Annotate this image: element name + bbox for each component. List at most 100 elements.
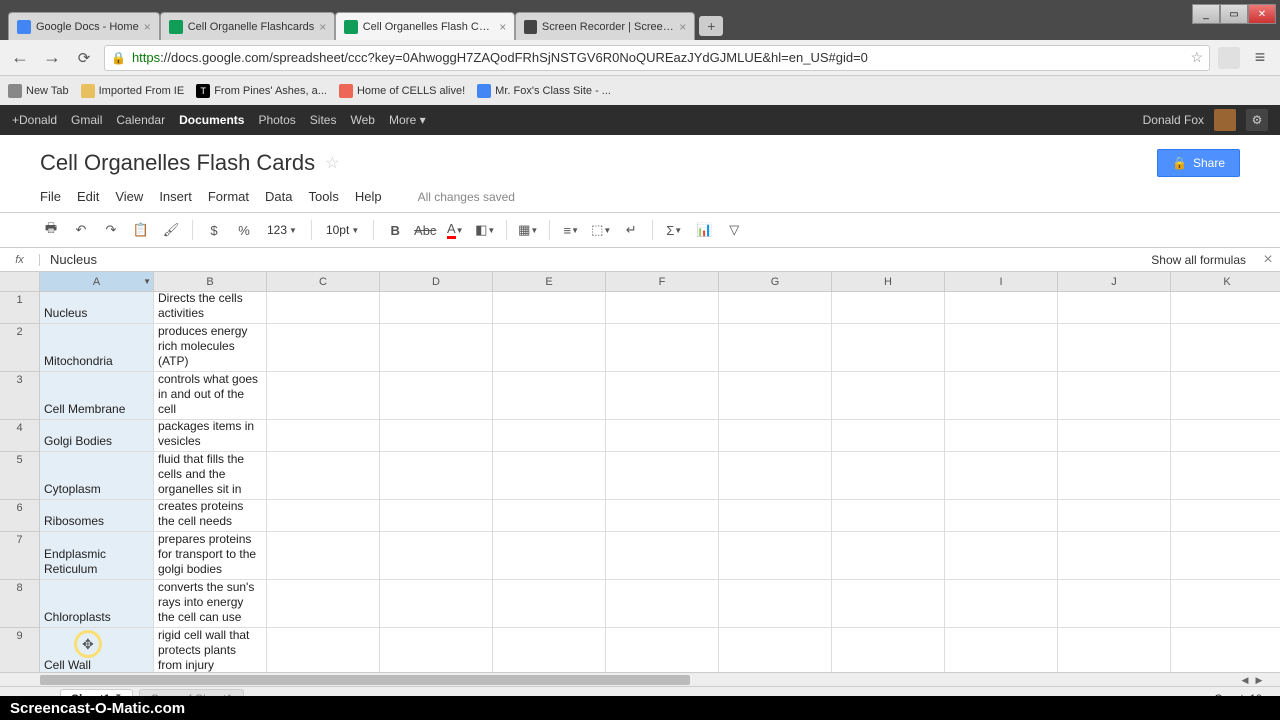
cell-D5[interactable]	[380, 452, 493, 500]
percent-button[interactable]: %	[233, 219, 255, 241]
cell-J9[interactable]	[1058, 628, 1171, 672]
cell-H7[interactable]	[832, 532, 945, 580]
bookmark-imported[interactable]: Imported From IE	[81, 84, 185, 98]
merge-button[interactable]: ⬚▼	[590, 219, 612, 241]
new-tab-button[interactable]: +	[699, 16, 723, 36]
column-header-A[interactable]: A▼	[40, 272, 154, 292]
row-header-2[interactable]: 2	[0, 324, 40, 372]
cell-F2[interactable]	[606, 324, 719, 372]
menu-data[interactable]: Data	[265, 189, 292, 204]
cell-B8[interactable]: converts the sun's rays into energy the …	[154, 580, 267, 628]
menu-format[interactable]: Format	[208, 189, 249, 204]
cell-H9[interactable]	[832, 628, 945, 672]
minimize-button[interactable]: _	[1192, 4, 1220, 24]
cell-A7[interactable]: Endplasmic Reticulum	[40, 532, 154, 580]
extension-icon[interactable]	[1218, 47, 1240, 69]
row-header-9[interactable]: 9	[0, 628, 40, 672]
cell-B2[interactable]: produces energy rich molecules (ATP)	[154, 324, 267, 372]
column-header-B[interactable]: B	[154, 272, 267, 292]
borders-button[interactable]: ▦▼	[517, 219, 539, 241]
cell-A9[interactable]: Cell Wall	[40, 628, 154, 672]
cell-I4[interactable]	[945, 420, 1058, 452]
avatar[interactable]	[1214, 109, 1236, 131]
cell-H4[interactable]	[832, 420, 945, 452]
cell-D1[interactable]	[380, 292, 493, 324]
row-header-7[interactable]: 7	[0, 532, 40, 580]
chart-button[interactable]: 📊	[693, 219, 715, 241]
cell-C4[interactable]	[267, 420, 380, 452]
cell-D2[interactable]	[380, 324, 493, 372]
cell-B9[interactable]: rigid cell wall that protects plants fro…	[154, 628, 267, 672]
gbar-item-web[interactable]: Web	[350, 113, 374, 127]
cell-A5[interactable]: Cytoplasm	[40, 452, 154, 500]
cell-G1[interactable]	[719, 292, 832, 324]
cell-C8[interactable]	[267, 580, 380, 628]
cell-I1[interactable]	[945, 292, 1058, 324]
spreadsheet-grid[interactable]: A▼BCDEFGHIJK1NucleusDirects the cells ac…	[0, 272, 1280, 672]
strikethrough-button[interactable]: Abc	[414, 219, 436, 241]
cell-A4[interactable]: Golgi Bodies	[40, 420, 154, 452]
row-header-5[interactable]: 5	[0, 452, 40, 500]
cell-G2[interactable]	[719, 324, 832, 372]
gbar-item-more[interactable]: More ▾	[389, 113, 426, 127]
cell-F4[interactable]	[606, 420, 719, 452]
close-icon[interactable]: ×	[144, 20, 151, 34]
cell-A2[interactable]: Mitochondria	[40, 324, 154, 372]
menu-view[interactable]: View	[115, 189, 143, 204]
show-all-formulas-link[interactable]: Show all formulas	[1141, 253, 1256, 267]
column-header-G[interactable]: G	[719, 272, 832, 292]
cell-G3[interactable]	[719, 372, 832, 420]
cell-J8[interactable]	[1058, 580, 1171, 628]
cell-B6[interactable]: creates proteins the cell needs	[154, 500, 267, 532]
doc-title[interactable]: Cell Organelles Flash Cards	[40, 150, 315, 176]
cell-C2[interactable]	[267, 324, 380, 372]
url-input[interactable]: 🔒 https://docs.google.com/spreadsheet/cc…	[104, 45, 1210, 71]
cell-I2[interactable]	[945, 324, 1058, 372]
cell-E4[interactable]	[493, 420, 606, 452]
bookmark-fox[interactable]: Mr. Fox's Class Site - ...	[477, 84, 611, 98]
cell-E2[interactable]	[493, 324, 606, 372]
bookmark-cells[interactable]: Home of CELLS alive!	[339, 84, 465, 98]
tab-google-docs[interactable]: Google Docs - Home×	[8, 12, 160, 40]
cell-B4[interactable]: packages items in vesicles	[154, 420, 267, 452]
forward-button[interactable]: →	[40, 46, 64, 70]
row-header-8[interactable]: 8	[0, 580, 40, 628]
cell-C7[interactable]	[267, 532, 380, 580]
cell-G8[interactable]	[719, 580, 832, 628]
cell-I9[interactable]	[945, 628, 1058, 672]
gbar-item-donald[interactable]: +Donald	[12, 113, 57, 127]
cell-D3[interactable]	[380, 372, 493, 420]
column-header-I[interactable]: I	[945, 272, 1058, 292]
star-button[interactable]: ☆	[325, 153, 339, 173]
cell-F8[interactable]	[606, 580, 719, 628]
scroll-left-icon[interactable]: ◀	[1238, 673, 1252, 687]
horizontal-scrollbar[interactable]: ◀ ▶	[0, 672, 1280, 686]
paint-format-icon[interactable]: 📋	[130, 219, 152, 241]
cell-E3[interactable]	[493, 372, 606, 420]
close-button[interactable]: ✕	[1248, 4, 1276, 24]
cell-E1[interactable]	[493, 292, 606, 324]
cell-I8[interactable]	[945, 580, 1058, 628]
cell-B1[interactable]: Directs the cells activities	[154, 292, 267, 324]
cell-J2[interactable]	[1058, 324, 1171, 372]
menu-edit[interactable]: Edit	[77, 189, 99, 204]
cell-I7[interactable]	[945, 532, 1058, 580]
functions-button[interactable]: Σ▼	[663, 219, 685, 241]
tab-screenrecorder[interactable]: Screen Recorder | Screenca...×	[515, 12, 695, 40]
cell-A6[interactable]: Ribosomes	[40, 500, 154, 532]
share-button[interactable]: 🔒Share	[1157, 149, 1240, 177]
chevron-down-icon[interactable]: ▼	[143, 277, 151, 286]
cell-C9[interactable]	[267, 628, 380, 672]
cell-A3[interactable]: Cell Membrane	[40, 372, 154, 420]
cell-C5[interactable]	[267, 452, 380, 500]
cell-F6[interactable]	[606, 500, 719, 532]
close-icon[interactable]: ×	[499, 20, 506, 34]
bookmark-newtab[interactable]: New Tab	[8, 84, 69, 98]
cell-A8[interactable]: Chloroplasts	[40, 580, 154, 628]
print-icon[interactable]: 🖶	[40, 219, 62, 241]
wrap-button[interactable]: ↵	[620, 219, 642, 241]
cell-K5[interactable]	[1171, 452, 1280, 500]
bookmark-star-icon[interactable]: ☆	[1190, 49, 1203, 66]
cell-J1[interactable]	[1058, 292, 1171, 324]
undo-icon[interactable]: ↶	[70, 219, 92, 241]
